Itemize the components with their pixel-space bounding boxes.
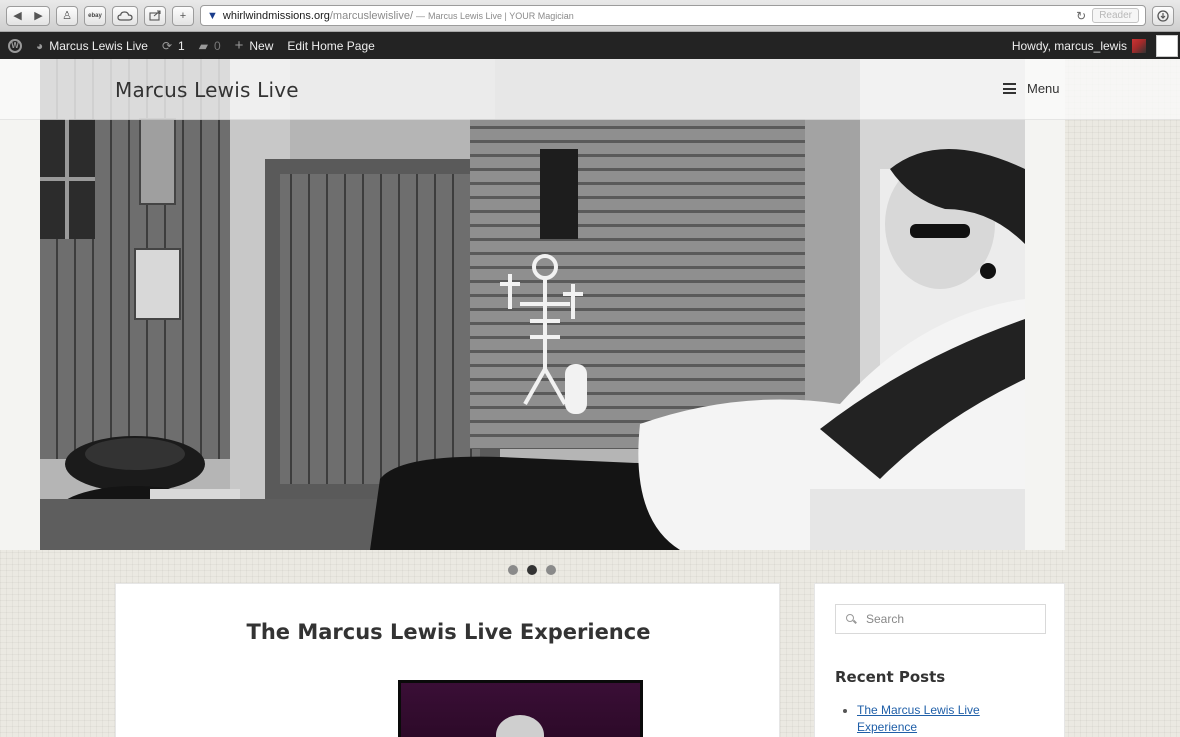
ebay-bookmark-button[interactable]: ebay — [84, 5, 106, 26]
slider-dot[interactable] — [508, 565, 518, 575]
hero-photo — [40, 59, 1025, 550]
post-title: The Marcus Lewis Live Experience — [246, 620, 651, 644]
address-bar[interactable]: ▼ whirlwindmissions.org /marcuslewislive… — [200, 5, 1146, 26]
cloud-icon — [117, 11, 133, 21]
admin-edit-page-link[interactable]: Edit Home Page — [287, 39, 374, 53]
menu-label: Menu — [1027, 81, 1060, 96]
share-icon — [148, 10, 161, 21]
hamburger-icon — [1003, 83, 1016, 94]
reload-icon[interactable]: ↻ — [1076, 9, 1086, 23]
url-path: /marcuslewislive/ — [329, 9, 414, 22]
list-item: The Marcus Lewis Live Experience — [857, 702, 1037, 736]
back-forward-buttons[interactable]: ◀ ▶ — [6, 5, 50, 26]
dashboard-icon: ◕ — [36, 38, 44, 53]
browser-toolbar: ◀ ▶ ♙ ebay + ▼ whirlwindmissions.org /ma… — [0, 0, 1180, 32]
recent-posts-title: Recent Posts — [835, 668, 946, 686]
main-content: The Marcus Lewis Live Experience — [115, 583, 780, 737]
reader-button[interactable]: Reader — [1092, 8, 1139, 23]
updates-icon: ⟳ — [161, 38, 173, 53]
url-host: whirlwindmissions.org — [222, 9, 330, 22]
recent-posts-list: The Marcus Lewis Live Experience — [857, 702, 1037, 736]
hero-slide-image — [40, 59, 1025, 550]
plus-icon: + — [234, 37, 244, 54]
search-icon — [846, 614, 857, 624]
admin-site-name: Marcus Lewis Live — [49, 38, 148, 53]
admin-site-link[interactable]: ◕ Marcus Lewis Live — [36, 39, 148, 53]
new-tab-button[interactable]: + — [172, 5, 194, 26]
icloud-tabs-button[interactable] — [112, 5, 138, 26]
download-icon — [1157, 9, 1169, 22]
slider-dot[interactable] — [546, 565, 556, 575]
downloads-button[interactable] — [1152, 5, 1174, 26]
slider-dot-active[interactable] — [527, 565, 537, 575]
person-icon: ♙ — [62, 10, 72, 22]
post-featured-image — [398, 680, 643, 737]
page-title-text: Marcus Lewis Live | YOUR Magician — [428, 10, 574, 21]
plus-icon: + — [179, 9, 187, 22]
site-favicon-icon: ▼ — [207, 9, 218, 22]
comment-icon: ▰ — [198, 38, 208, 53]
user-avatar[interactable] — [1132, 38, 1146, 53]
admin-edit-label: Edit Home Page — [287, 38, 375, 53]
back-icon[interactable]: ◀ — [13, 9, 21, 22]
search-input[interactable]: Search — [835, 604, 1046, 634]
admin-comments-link[interactable]: ▰ 0 — [199, 39, 221, 53]
site-header: Marcus Lewis Live Menu — [0, 59, 1180, 120]
wordpress-logo-icon[interactable]: W — [8, 38, 22, 53]
recent-post-link[interactable]: The Marcus Lewis Live Experience — [857, 703, 980, 734]
reading-list-button[interactable]: ♙ — [56, 5, 78, 26]
updates-count: 1 — [178, 38, 185, 53]
search-placeholder: Search — [866, 612, 905, 626]
admin-account-link[interactable]: Howdy, marcus_lewis — [1012, 39, 1127, 53]
sidebar: Search Recent Posts The Marcus Lewis Liv… — [814, 583, 1065, 737]
share-button[interactable] — [144, 5, 166, 26]
comments-count: 0 — [213, 38, 221, 53]
admin-updates-link[interactable]: ⟳ 1 — [162, 39, 185, 53]
admin-new-link[interactable]: + New — [235, 37, 274, 54]
forward-icon[interactable]: ▶ — [34, 9, 42, 22]
site-title[interactable]: Marcus Lewis Live — [115, 78, 299, 102]
admin-search-box[interactable] — [1156, 34, 1178, 57]
menu-toggle-button[interactable]: Menu — [1003, 81, 1060, 96]
slider-pagination — [508, 565, 565, 575]
title-separator: — — [416, 10, 426, 21]
wp-admin-bar: W ◕ Marcus Lewis Live ⟳ 1 ▰ 0 + New Edit… — [0, 32, 1180, 59]
admin-new-label: New — [249, 38, 274, 53]
